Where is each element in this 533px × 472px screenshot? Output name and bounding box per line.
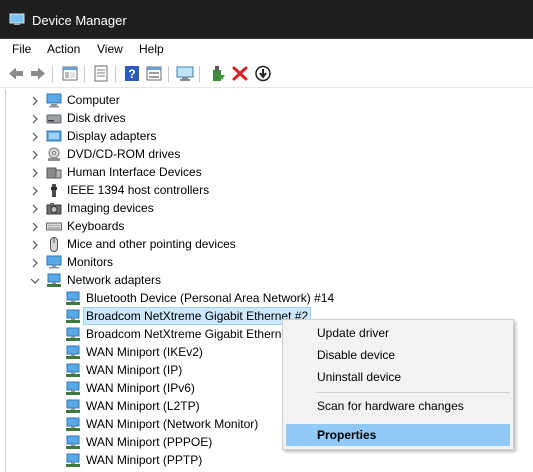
- tree-device-item[interactable]: Bluetooth Device (Personal Area Network)…: [0, 290, 533, 308]
- keyboard-icon: [46, 222, 62, 231]
- context-menu-scan-hardware[interactable]: Scan for hardware changes: [286, 395, 510, 417]
- camera-icon: [46, 203, 62, 215]
- tree-device-label: WAN Miniport (Network Monitor): [86, 417, 259, 431]
- network-adapter-icon: [47, 273, 61, 287]
- tree-device-label: WAN Miniport (IPv6): [86, 381, 195, 395]
- tree-category-keyboards[interactable]: Keyboards: [0, 218, 533, 236]
- chevron-right-icon[interactable]: [30, 96, 40, 106]
- uninstall-icon[interactable]: [231, 65, 249, 82]
- window-title: Device Manager: [32, 13, 127, 28]
- toolbar-separator: [168, 66, 169, 82]
- show-hide-tree-icon[interactable]: [61, 65, 79, 82]
- toolbar-separator: [199, 66, 200, 82]
- tree-category-label: Computer: [67, 93, 120, 107]
- chevron-right-icon[interactable]: [30, 114, 40, 124]
- tree-category-monitors[interactable]: Monitors: [0, 254, 533, 272]
- hid-icon: [46, 167, 62, 179]
- tree-device-label: WAN Miniport (IP): [86, 363, 183, 377]
- tree-category-imaging-devices[interactable]: Imaging devices: [0, 200, 533, 218]
- toolbar-separator: [52, 66, 53, 82]
- menu-action[interactable]: Action: [47, 42, 80, 56]
- context-menu: Update driver Disable device Uninstall d…: [282, 319, 514, 450]
- network-adapter-icon: [66, 345, 80, 359]
- update-driver-icon[interactable]: [254, 65, 272, 82]
- tree-category-disk-drives[interactable]: Disk drives: [0, 110, 533, 128]
- chevron-right-icon[interactable]: [30, 132, 40, 142]
- tree-category-computer[interactable]: Computer: [0, 92, 533, 110]
- chevron-right-icon[interactable]: [30, 150, 40, 160]
- tree-category-dvd-drives[interactable]: DVD/CD-ROM drives: [0, 146, 533, 164]
- network-adapter-icon: [66, 327, 80, 341]
- menu-bar: File Action View Help: [0, 39, 533, 60]
- tree-category-mice[interactable]: Mice and other pointing devices: [0, 236, 533, 254]
- network-adapter-icon: [66, 399, 80, 413]
- toolbar-separator: [115, 66, 116, 82]
- chevron-right-icon[interactable]: [30, 222, 40, 232]
- network-adapter-icon: [66, 309, 80, 323]
- chevron-right-icon[interactable]: [30, 168, 40, 178]
- tree-category-ieee1394[interactable]: IEEE 1394 host controllers: [0, 182, 533, 200]
- chevron-down-icon[interactable]: [30, 276, 40, 286]
- enable-device-icon[interactable]: [208, 65, 226, 82]
- tree-device-label: Broadcom NetXtreme Gigabit Ethernet: [86, 327, 292, 341]
- tree-category-label: Human Interface Devices: [67, 165, 202, 179]
- context-menu-separator: [316, 392, 509, 393]
- network-adapter-icon: [66, 291, 80, 305]
- context-menu-uninstall-device[interactable]: Uninstall device: [286, 366, 510, 388]
- tree-category-label: IEEE 1394 host controllers: [67, 183, 210, 197]
- tree-device-label: WAN Miniport (PPPOE): [86, 435, 213, 449]
- ieee1394-icon: [51, 184, 57, 197]
- context-menu-disable-device[interactable]: Disable device: [286, 344, 510, 366]
- dvd-drive-icon: [48, 147, 60, 161]
- network-adapter-icon: [66, 363, 80, 377]
- toolbar-separator: [84, 66, 85, 82]
- tree-device-label: Broadcom NetXtreme Gigabit Ethernet #2: [83, 307, 312, 325]
- tree-category-label: Display adapters: [67, 129, 157, 143]
- network-adapter-icon: [66, 381, 80, 395]
- tree-category-display-adapters[interactable]: Display adapters: [0, 128, 533, 146]
- mouse-icon: [50, 237, 58, 252]
- network-adapter-icon: [66, 417, 80, 431]
- chevron-right-icon[interactable]: [30, 258, 40, 268]
- menu-view[interactable]: View: [97, 42, 123, 56]
- chevron-right-icon[interactable]: [30, 240, 40, 250]
- monitor-icon: [46, 255, 62, 269]
- tree-category-hid[interactable]: Human Interface Devices: [0, 164, 533, 182]
- network-adapter-icon: [66, 435, 80, 449]
- tree-device-item[interactable]: WAN Miniport (PPTP): [0, 452, 533, 470]
- tree-category-label: Network adapters: [67, 273, 162, 287]
- tree-category-network-adapters[interactable]: Network adapters: [0, 272, 533, 290]
- view-icon[interactable]: [145, 65, 163, 82]
- forward-icon[interactable]: [29, 65, 47, 82]
- menu-file[interactable]: File: [12, 42, 31, 56]
- title-bar: Device Manager: [0, 0, 533, 38]
- help-icon[interactable]: ?: [123, 65, 141, 82]
- context-menu-update-driver[interactable]: Update driver: [286, 322, 510, 344]
- menu-help[interactable]: Help: [139, 42, 164, 56]
- tree-device-label: WAN Miniport (IKEv2): [86, 345, 203, 359]
- toolbar: ?: [0, 60, 533, 88]
- tree-device-label: WAN Miniport (PPTP): [86, 453, 203, 467]
- back-icon[interactable]: [7, 65, 25, 82]
- computer-icon: [46, 93, 62, 108]
- network-adapter-icon: [66, 453, 80, 467]
- tree-category-label: Imaging devices: [67, 201, 154, 215]
- display-adapter-icon: [46, 130, 62, 142]
- tree-device-label: WAN Miniport (L2TP): [86, 399, 200, 413]
- properties-icon[interactable]: [92, 65, 110, 82]
- tree-category-label: Mice and other pointing devices: [67, 237, 236, 251]
- chevron-right-icon[interactable]: [30, 204, 40, 214]
- context-menu-properties[interactable]: Properties: [286, 424, 510, 446]
- tree-device-label: Bluetooth Device (Personal Area Network)…: [86, 291, 335, 305]
- tree-category-label: Disk drives: [67, 111, 126, 125]
- tree-category-label: DVD/CD-ROM drives: [67, 147, 181, 161]
- scan-hardware-icon[interactable]: [176, 65, 194, 82]
- device-manager-icon: [9, 13, 25, 25]
- chevron-right-icon[interactable]: [30, 186, 40, 196]
- disk-drive-icon: [46, 114, 62, 124]
- tree-category-label: Monitors: [67, 255, 114, 269]
- svg-text:?: ?: [128, 67, 135, 81]
- tree-category-label: Keyboards: [67, 219, 125, 233]
